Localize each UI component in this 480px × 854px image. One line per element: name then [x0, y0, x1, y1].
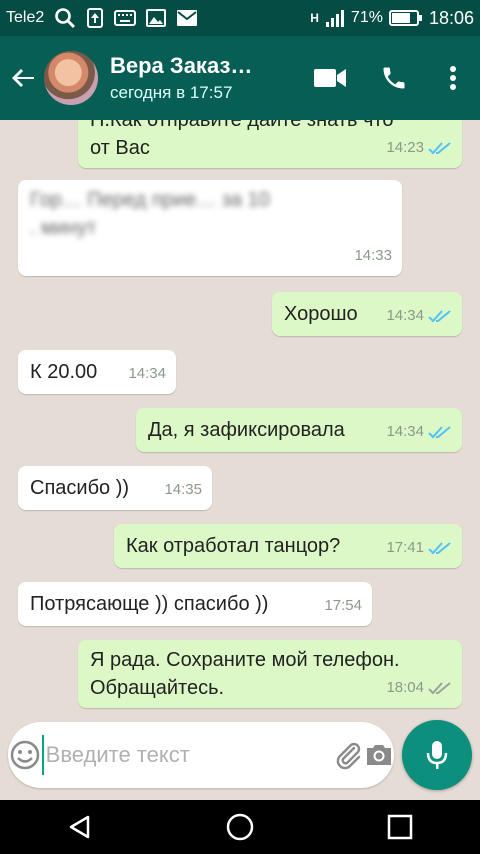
more-options-button[interactable] — [426, 36, 480, 120]
message-bubble-incoming[interactable]: Спасибо )) 14:35 — [18, 466, 212, 510]
upload-icon — [86, 8, 104, 28]
read-ticks-icon — [428, 426, 451, 439]
search-icon — [54, 7, 76, 29]
signal-icon — [325, 9, 345, 27]
contact-info[interactable]: Вера Заказ… сегодня в 17:57 — [110, 53, 290, 103]
camera-button[interactable] — [364, 722, 394, 788]
contact-avatar[interactable] — [44, 51, 98, 105]
read-ticks-icon — [428, 142, 451, 155]
message-time: 14:33 — [354, 247, 392, 264]
message-bubble-outgoing[interactable]: Хорошо 14:34 — [272, 292, 462, 336]
message-bubble-incoming[interactable]: Гор… Перед прие… за 10 . минут 14:33 — [18, 180, 402, 276]
status-bar: Tele2 H 71% 18:06 — [0, 0, 480, 36]
contact-name: Вера Заказ… — [110, 53, 253, 78]
emoji-button[interactable] — [8, 722, 42, 788]
message-bubble-incoming[interactable]: К 20.00 14:34 — [18, 350, 176, 394]
network-type: H — [310, 11, 319, 25]
voice-call-button[interactable] — [362, 36, 426, 120]
microphone-icon — [426, 741, 448, 769]
triangle-back-icon — [69, 815, 90, 839]
image-icon — [146, 9, 167, 27]
chat-header: Вера Заказ… сегодня в 17:57 — [0, 36, 480, 120]
message-time: 17:41 — [386, 539, 424, 556]
more-vertical-icon — [450, 66, 456, 90]
message-bubble-incoming[interactable]: Потрясающе )) спасибо )) 17:54 — [18, 582, 372, 626]
attach-button[interactable] — [334, 722, 364, 788]
message-bubble-outgoing[interactable]: П.Как отправите дайте знать что от Вас 1… — [78, 120, 462, 168]
read-ticks-icon — [428, 310, 451, 323]
mail-icon — [176, 9, 198, 27]
message-bubble-outgoing[interactable]: Как отработал танцор? 17:41 — [114, 524, 462, 568]
voice-message-button[interactable] — [402, 720, 472, 790]
phone-icon — [383, 67, 405, 89]
nav-back-button[interactable] — [50, 800, 110, 854]
arrow-left-icon — [12, 69, 34, 87]
message-list[interactable]: П.Как отправите дайте знать что от Вас 1… — [0, 120, 480, 720]
system-navigation-bar — [0, 800, 480, 854]
keyboard-icon — [114, 10, 137, 26]
message-time: 14:35 — [164, 481, 202, 498]
message-bubble-outgoing[interactable]: Да, я зафиксировала 14:34 — [136, 408, 462, 452]
message-time: 14:34 — [128, 365, 166, 382]
nav-recents-button[interactable] — [370, 800, 430, 854]
message-composer — [8, 722, 394, 788]
read-ticks-icon — [428, 542, 451, 555]
back-button[interactable] — [4, 36, 44, 120]
circle-home-icon — [226, 813, 254, 841]
message-time: 18:04 — [386, 679, 424, 696]
video-camera-icon — [314, 69, 346, 87]
message-input[interactable] — [41, 735, 334, 775]
nav-home-button[interactable] — [210, 800, 270, 854]
message-time: 14:23 — [386, 139, 424, 156]
message-bubble-outgoing[interactable]: Я рада. Сохраните мой телефон. Обращайте… — [78, 640, 462, 708]
square-recents-icon — [387, 814, 413, 840]
video-call-button[interactable] — [298, 36, 362, 120]
battery-percent: 71% — [350, 9, 383, 26]
camera-icon — [366, 745, 391, 765]
carrier-label: Tele2 — [6, 9, 45, 26]
clock: 18:06 — [428, 7, 474, 28]
paperclip-icon — [336, 742, 360, 770]
message-time: 14:34 — [386, 423, 424, 440]
message-text: Потрясающе )) спасибо )) — [30, 593, 269, 615]
last-seen: сегодня в 17:57 — [110, 83, 233, 102]
battery-icon — [388, 9, 423, 27]
message-text: Гор… Перед прие… за 10 . минут — [30, 189, 270, 239]
delivered-ticks-icon — [428, 682, 451, 695]
emoji-icon — [10, 740, 40, 770]
message-time: 14:34 — [386, 307, 424, 324]
message-time: 17:54 — [324, 597, 362, 614]
